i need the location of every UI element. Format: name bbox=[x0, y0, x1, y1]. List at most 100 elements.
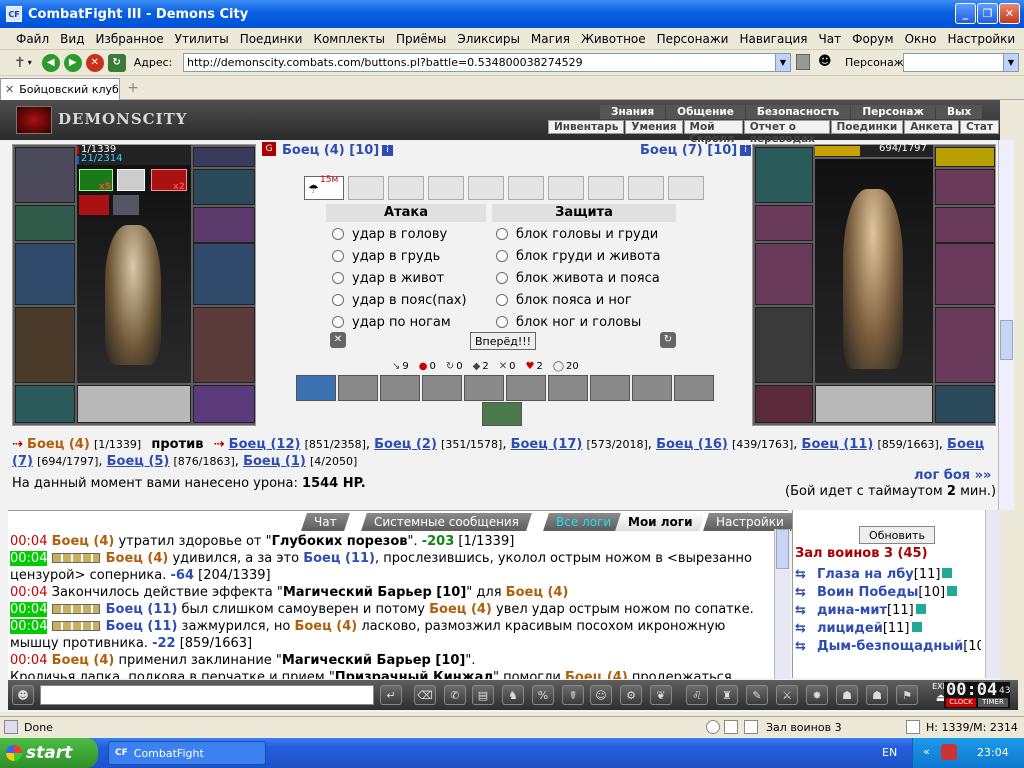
chat-mode-icon[interactable]: ☻ bbox=[12, 685, 34, 705]
user-name[interactable]: Дым-безпощадный bbox=[817, 639, 963, 654]
skill-slot[interactable] bbox=[422, 375, 462, 401]
enemy-belt-slot[interactable] bbox=[755, 385, 813, 423]
user-name[interactable]: дина-мит bbox=[817, 603, 887, 618]
address-input[interactable]: http://demonscity.combats.com/buttons.pl… bbox=[183, 53, 791, 72]
gloves-slot[interactable] bbox=[15, 205, 75, 241]
effect-icon-4[interactable] bbox=[79, 195, 109, 215]
menu-item-10[interactable]: Персонажи bbox=[657, 32, 729, 46]
enemy-helmet-slot[interactable] bbox=[755, 147, 813, 203]
address-dropdown-icon[interactable]: ▼ bbox=[775, 54, 790, 71]
armor-slot[interactable] bbox=[15, 307, 75, 383]
user-entry[interactable]: ⇆ Воин Победы[10] bbox=[795, 584, 981, 602]
sub-nav-6[interactable]: Стат bbox=[960, 120, 999, 134]
sub-nav-0[interactable]: Инвентарь bbox=[548, 120, 625, 134]
taskbar-item[interactable]: CF CombatFight bbox=[108, 741, 266, 765]
enemy-name[interactable]: Боец (11) bbox=[802, 437, 874, 452]
skill-slot[interactable] bbox=[380, 375, 420, 401]
menu-item-13[interactable]: Форум bbox=[852, 32, 893, 46]
enemy-character-image[interactable] bbox=[815, 159, 933, 383]
user-name[interactable]: Глаза на лбу bbox=[817, 567, 914, 582]
enemy-bracers-slot[interactable] bbox=[935, 207, 995, 243]
sub-nav-4[interactable]: Поединки bbox=[830, 120, 904, 134]
menu-item-15[interactable]: Настройки bbox=[947, 32, 1015, 46]
log-fragment[interactable]: Боец (4) bbox=[106, 551, 169, 566]
block-option[interactable]: блок головы и груди bbox=[496, 224, 661, 246]
amulet-slot[interactable] bbox=[193, 147, 255, 167]
radio-button[interactable] bbox=[496, 294, 508, 306]
user-info-icon[interactable] bbox=[911, 622, 922, 632]
my-versus-name[interactable]: Боец (4) bbox=[27, 437, 90, 452]
left-weapon-slot[interactable] bbox=[15, 243, 75, 305]
user-entry[interactable]: ⇆ Глаза на лбу[11] bbox=[795, 566, 981, 584]
enemy-name[interactable]: Боец (12) bbox=[229, 437, 301, 452]
log-fragment[interactable]: -64 bbox=[171, 568, 195, 583]
radio-button[interactable] bbox=[496, 316, 508, 328]
log-fragment[interactable]: Боец (4) bbox=[565, 670, 628, 679]
log-scroll-thumb[interactable] bbox=[776, 529, 789, 569]
user-name[interactable]: Воин Победы bbox=[817, 585, 918, 600]
fight-log-link[interactable]: лог боя »» bbox=[914, 468, 991, 483]
browser-tab[interactable]: ✕ Бойцовский клуб bbox=[0, 78, 120, 100]
gear-icon[interactable]: ✸ bbox=[806, 685, 828, 705]
enemy-rings-slot[interactable] bbox=[935, 169, 995, 205]
sub-nav-2[interactable]: Мой Скролл bbox=[683, 120, 743, 145]
menu-item-7[interactable]: Эликсиры bbox=[457, 32, 520, 46]
enemy-armor-slot[interactable] bbox=[755, 307, 813, 383]
block-option[interactable]: блок груди и живота bbox=[496, 246, 661, 268]
pin-icon[interactable]: ✝ bbox=[14, 55, 26, 71]
my-character-image[interactable]: x5 x2 bbox=[77, 165, 191, 383]
trick-slot[interactable] bbox=[628, 176, 664, 200]
menu-item-1[interactable]: Вид bbox=[60, 32, 84, 46]
top-nav-0[interactable]: Знания bbox=[600, 105, 666, 119]
top-nav-4[interactable]: Вых bbox=[935, 105, 983, 119]
block-option[interactable]: блок ног и головы bbox=[496, 312, 661, 334]
radio-button[interactable] bbox=[332, 316, 344, 328]
lion-icon[interactable]: ♌ bbox=[686, 685, 708, 705]
radio-button[interactable] bbox=[332, 228, 344, 240]
enemy-left-weapon-slot[interactable] bbox=[755, 243, 813, 305]
menu-item-9[interactable]: Животное bbox=[581, 32, 646, 46]
options-icon[interactable]: ⚙ bbox=[620, 685, 642, 705]
radio-button[interactable] bbox=[332, 294, 344, 306]
user-info-icon[interactable] bbox=[947, 586, 958, 596]
group-icon[interactable]: ☗ bbox=[836, 685, 858, 705]
maximize-button[interactable]: ❐ bbox=[977, 3, 998, 24]
back-icon[interactable]: ◀ bbox=[41, 53, 60, 72]
log-fragment[interactable]: Боец (11) bbox=[303, 551, 375, 566]
log-fragment[interactable]: Боец (4) bbox=[294, 619, 357, 634]
right-weapon-slot[interactable] bbox=[193, 243, 255, 305]
top-nav-3[interactable]: Персонаж bbox=[851, 105, 935, 119]
enemy-amulet-slot[interactable] bbox=[935, 147, 995, 167]
enemy-boots-slot[interactable] bbox=[935, 385, 995, 423]
user-entry[interactable]: ⇆ дина-мит[11] bbox=[795, 602, 981, 620]
enemy-scroll-slots[interactable] bbox=[815, 385, 933, 423]
skill-slot[interactable] bbox=[632, 375, 672, 401]
people-icon[interactable]: ☗ bbox=[866, 685, 888, 705]
log-fragment[interactable]: Боец (11) bbox=[106, 602, 178, 617]
clock-label[interactable]: CLOCK bbox=[946, 698, 976, 707]
menu-item-8[interactable]: Магия bbox=[531, 32, 570, 46]
log-fragment[interactable]: Боец (4) bbox=[52, 534, 115, 549]
user-info-icon[interactable] bbox=[915, 604, 926, 614]
bracers-slot[interactable] bbox=[193, 207, 255, 243]
trick-slot[interactable] bbox=[588, 176, 624, 200]
log-fragment[interactable]: Боец (4) bbox=[506, 585, 569, 600]
effect-icon-5[interactable] bbox=[113, 195, 139, 215]
menu-item-4[interactable]: Поединки bbox=[240, 32, 303, 46]
attack-option[interactable]: удар в голову bbox=[332, 224, 467, 246]
smile-icon[interactable]: ☺ bbox=[590, 685, 612, 705]
eraser-icon[interactable]: ⌫ bbox=[414, 685, 436, 705]
skill-slot[interactable] bbox=[338, 375, 378, 401]
forward-icon[interactable]: ▶ bbox=[63, 53, 82, 72]
menu-item-5[interactable]: Комплекты bbox=[313, 32, 385, 46]
page-icon[interactable] bbox=[796, 54, 810, 70]
chat-tab[interactable]: Чат bbox=[301, 513, 350, 531]
castle-icon[interactable]: ♜ bbox=[716, 685, 738, 705]
trick-slot[interactable] bbox=[668, 176, 704, 200]
tray-app-icon[interactable] bbox=[941, 744, 957, 760]
attack-option[interactable]: удар в живот bbox=[332, 268, 467, 290]
user-entry[interactable]: ⇆ Дым-безпощадный[10 bbox=[795, 638, 981, 656]
timer-label[interactable]: TIMER bbox=[978, 698, 1008, 707]
effect-icon-3[interactable]: x2 bbox=[151, 169, 187, 192]
menu-item-0[interactable]: Файл bbox=[16, 32, 49, 46]
